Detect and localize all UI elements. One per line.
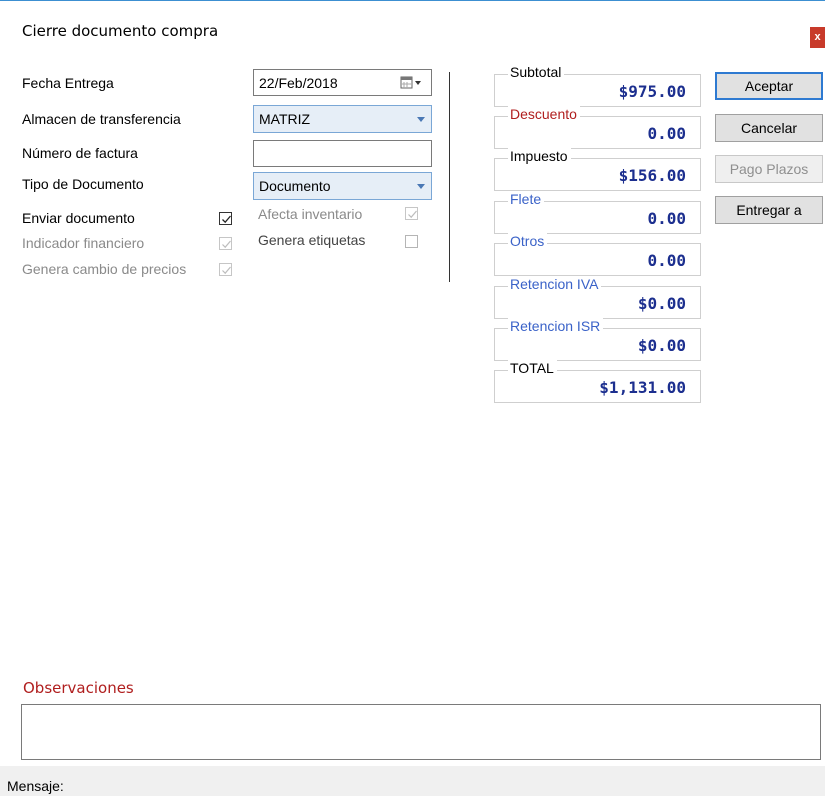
observaciones-textarea[interactable] (21, 704, 821, 760)
impuesto-box: Impuesto $156.00 (494, 148, 701, 191)
retencion-isr-label: Retencion ISR (508, 318, 604, 334)
impuesto-value: $156.00 (618, 166, 686, 185)
retencion-iva-value: $0.00 (637, 294, 686, 313)
genera-etiquetas-label: Genera etiquetas (258, 232, 366, 248)
flete-box: Flete 0.00 (494, 191, 701, 234)
tipo-documento-select[interactable]: Documento (253, 172, 432, 200)
retencion-isr-box: Retencion ISR $0.00 (494, 318, 701, 361)
subtotal-label: Subtotal (508, 64, 565, 80)
indicador-financiero-checkbox[interactable] (219, 237, 232, 250)
otros-box: Otros 0.00 (494, 233, 701, 276)
descuento-value: 0.00 (647, 124, 686, 143)
window-top-border (0, 0, 825, 1)
genera-etiquetas-checkbox[interactable] (405, 235, 418, 248)
mensaje-label: Mensaje: (7, 778, 64, 794)
otros-label: Otros (508, 233, 548, 249)
subtotal-value: $975.00 (618, 82, 686, 101)
retencion-iva-label: Retencion IVA (508, 276, 602, 292)
descuento-label: Descuento (508, 106, 580, 122)
total-label: TOTAL (508, 360, 557, 376)
fecha-entrega-value: 22/Feb/2018 (259, 75, 338, 91)
chevron-down-icon (417, 117, 425, 122)
chevron-down-icon (417, 184, 425, 189)
total-box: TOTAL $1,131.00 (494, 360, 701, 403)
vertical-divider (449, 72, 450, 282)
impuesto-label: Impuesto (508, 148, 571, 164)
calendar-dropdown-icon[interactable] (400, 76, 424, 93)
retencion-isr-value: $0.00 (637, 336, 686, 355)
enviar-documento-checkbox[interactable] (219, 212, 232, 225)
pago-plazos-button[interactable]: Pago Plazos (715, 155, 823, 183)
descuento-box: Descuento 0.00 (494, 106, 701, 149)
fecha-entrega-label: Fecha Entrega (22, 75, 114, 91)
almacen-select[interactable]: MATRIZ (253, 105, 432, 133)
tipo-documento-value: Documento (259, 178, 331, 194)
cancelar-button[interactable]: Cancelar (715, 114, 823, 142)
status-bar: Mensaje: (0, 766, 825, 796)
entregar-a-button[interactable]: Entregar a (715, 196, 823, 224)
almacen-value: MATRIZ (259, 111, 311, 127)
genera-cambio-precios-label: Genera cambio de precios (22, 261, 187, 277)
fecha-entrega-picker[interactable]: 22/Feb/2018 (253, 69, 432, 96)
tipo-documento-label: Tipo de Documento (22, 176, 144, 192)
dialog-title: Cierre documento compra (22, 22, 219, 40)
aceptar-button[interactable]: Aceptar (715, 72, 823, 100)
afecta-inventario-checkbox[interactable] (405, 207, 418, 220)
observaciones-label: Observaciones (23, 679, 134, 697)
genera-cambio-precios-checkbox[interactable] (219, 263, 232, 276)
flete-value: 0.00 (647, 209, 686, 228)
afecta-inventario-label: Afecta inventario (258, 206, 363, 222)
close-button[interactable]: x (810, 27, 825, 48)
almacen-label: Almacen de transferencia (22, 111, 181, 127)
enviar-documento-label: Enviar documento (22, 210, 135, 226)
subtotal-box: Subtotal $975.00 (494, 64, 701, 107)
numero-factura-label: Número de factura (22, 145, 138, 161)
otros-value: 0.00 (647, 251, 686, 270)
indicador-financiero-label: Indicador financiero (22, 235, 145, 251)
numero-factura-input[interactable] (253, 140, 432, 167)
total-value: $1,131.00 (599, 378, 686, 397)
retencion-iva-box: Retencion IVA $0.00 (494, 276, 701, 319)
flete-label: Flete (508, 191, 545, 207)
